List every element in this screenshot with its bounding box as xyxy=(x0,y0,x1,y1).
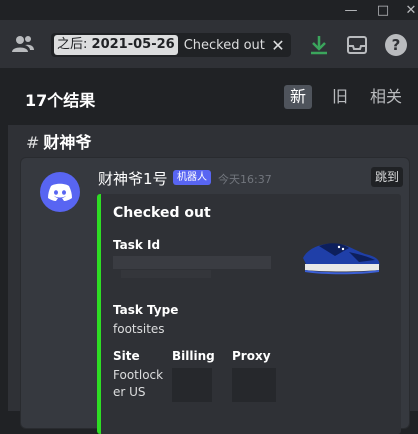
clear-search-button[interactable]: ✕ xyxy=(267,33,289,57)
minimize-button[interactable]: — xyxy=(339,0,363,20)
members-button[interactable] xyxy=(10,32,36,56)
author-name[interactable]: 财神爷1号 xyxy=(98,168,168,189)
avatar[interactable] xyxy=(40,172,80,212)
help-icon: ? xyxy=(385,34,407,56)
sneaker-thumbnail-image[interactable] xyxy=(299,232,383,276)
sort-new-button[interactable]: 新 xyxy=(284,85,313,109)
channel-heading[interactable]: # 财神爷 xyxy=(26,129,91,153)
channel-hash-icon: # xyxy=(26,133,40,152)
maximize-icon: □ xyxy=(376,2,390,18)
embed-title: Checked out xyxy=(113,205,211,221)
discord-logo-icon xyxy=(48,183,72,201)
message-timestamp: 今天16:37 xyxy=(218,173,272,186)
jump-button[interactable]: 跳到 xyxy=(371,167,404,187)
download-icon xyxy=(311,36,327,55)
embed: Checked out Task Id Task Type footsites … xyxy=(97,194,401,434)
billing-redacted xyxy=(172,368,212,402)
toolbar: 之后: 2021-05-26 Checked out ✕ ? xyxy=(0,20,418,69)
inbox-icon xyxy=(347,36,367,54)
results-count: 17个结果 xyxy=(25,91,96,110)
channel-name: 财神爷 xyxy=(43,133,92,152)
help-button[interactable]: ? xyxy=(383,32,409,58)
close-icon: ✕ xyxy=(271,35,285,55)
task-type-label: Task Type xyxy=(113,303,179,317)
proxy-label: Proxy xyxy=(232,349,271,363)
close-icon: ✕ xyxy=(405,2,417,18)
help-glyph: ? xyxy=(391,36,401,54)
task-id-redacted xyxy=(113,256,271,269)
task-id-label: Task Id xyxy=(113,238,161,252)
search-results-panel: 17个结果 新 旧 相关 # 财神爷 财神爷1号 机器人 今天16:37 跳到 C… xyxy=(8,69,418,434)
left-sliver xyxy=(0,69,8,411)
search-input[interactable]: 之后: 2021-05-26 Checked out ✕ xyxy=(51,33,291,57)
sort-relevant-button[interactable]: 相关 xyxy=(364,85,408,109)
search-query: Checked out xyxy=(183,37,265,53)
maximize-button[interactable]: □ xyxy=(371,0,395,20)
task-type-value: footsites xyxy=(113,322,165,336)
filter-label: 之后: xyxy=(57,37,88,52)
title-bar: — □ ✕ xyxy=(0,0,418,20)
inbox-button[interactable] xyxy=(344,32,370,58)
search-filter-chip[interactable]: 之后: 2021-05-26 xyxy=(54,35,178,55)
bot-tag: 机器人 xyxy=(173,170,211,185)
search-result-message[interactable]: 财神爷1号 机器人 今天16:37 跳到 Checked out Task Id… xyxy=(20,157,410,434)
close-window-button[interactable]: ✕ xyxy=(399,0,418,20)
sort-old-button[interactable]: 旧 xyxy=(326,85,354,109)
filter-value: 2021-05-26 xyxy=(91,37,175,52)
proxy-redacted xyxy=(232,368,276,402)
task-id-redacted-2 xyxy=(121,270,211,278)
results-header: 17个结果 新 旧 相关 xyxy=(8,69,418,125)
site-label: Site xyxy=(113,349,140,363)
site-value: Footlock er US xyxy=(113,368,164,399)
members-icon xyxy=(12,36,34,52)
download-button[interactable] xyxy=(306,32,332,58)
billing-label: Billing xyxy=(172,349,215,363)
minimize-icon: — xyxy=(344,2,358,18)
